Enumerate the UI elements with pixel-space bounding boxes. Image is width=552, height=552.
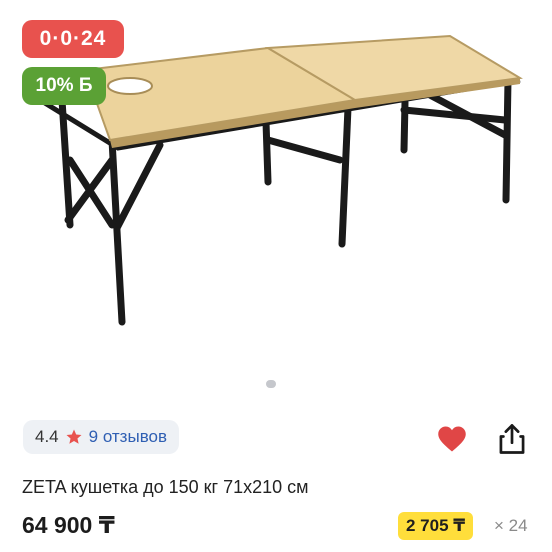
reviews-link[interactable]: 9 отзывов	[89, 427, 167, 447]
installment-months: × 24	[494, 516, 528, 535]
gallery-pagination[interactable]	[266, 380, 276, 388]
product-gallery[interactable]: 0·0·24 10% Б	[0, 0, 552, 400]
pagination-dot[interactable]	[266, 380, 276, 388]
product-title: ZETA кушетка до 150 кг 71x210 см	[22, 477, 309, 497]
star-icon	[66, 429, 82, 444]
share-icon[interactable]	[497, 423, 527, 455]
installment-price[interactable]: 2 705 ₸	[398, 512, 474, 540]
rating-value: 4.4	[35, 427, 59, 446]
product-image	[38, 34, 523, 326]
bonus-badge: 10% Б	[22, 67, 106, 105]
heart-icon[interactable]	[437, 425, 467, 453]
installment-badge: 0·0·24	[22, 20, 124, 58]
product-price: 64 900 ₸	[22, 512, 115, 538]
rating-chip[interactable]: 4.4 9 отзывов	[23, 420, 180, 454]
